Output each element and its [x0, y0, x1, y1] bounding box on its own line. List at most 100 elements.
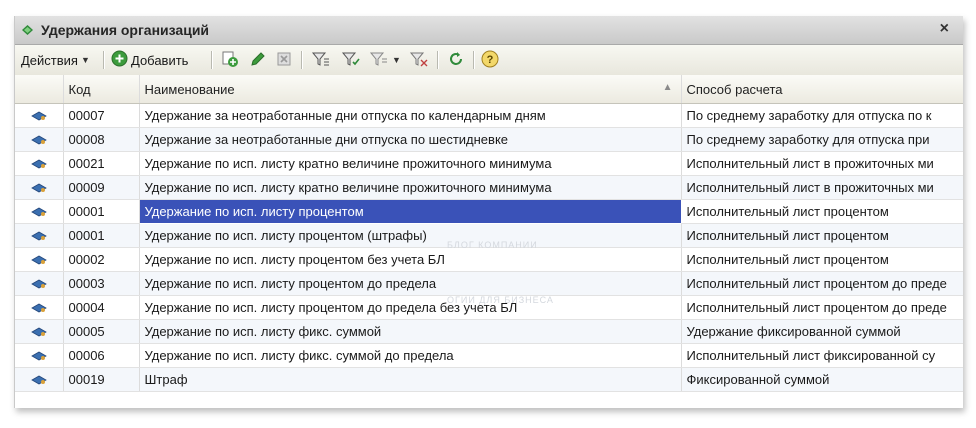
row-icon-cell	[15, 319, 64, 344]
row-name-cell[interactable]: Удержание за неотработанные дни отпуска …	[139, 127, 682, 152]
table-row[interactable]: 00019 Штраф Фиксированной суммой	[15, 367, 963, 392]
row-name-cell[interactable]: Удержание по исп. листу кратно величине …	[139, 175, 682, 200]
row-name-cell[interactable]: Удержание по исп. листу процентом до пре…	[139, 271, 682, 296]
deduction-type-icon	[15, 327, 62, 337]
edit-button[interactable]	[249, 50, 267, 70]
row-code-cell[interactable]: 00009	[63, 175, 140, 200]
row-code-cell[interactable]: 00008	[63, 127, 140, 152]
row-icon-cell	[15, 151, 64, 176]
row-code-cell[interactable]: 00004	[63, 295, 140, 320]
deduction-type-icon	[15, 207, 62, 217]
delete-button[interactable]	[275, 50, 293, 70]
row-name-cell[interactable]: Удержание по исп. листу процентом	[138, 199, 682, 224]
actions-menu-label: Действия	[21, 52, 78, 68]
add-copy-icon	[221, 50, 239, 71]
add-copy-button[interactable]	[221, 50, 239, 70]
help-icon: ?	[481, 50, 499, 71]
window-titlebar: Удержания организаций ×	[15, 16, 963, 45]
row-name-cell[interactable]: Удержание по исп. листу процентом до пре…	[139, 295, 682, 320]
column-header-icon[interactable]	[15, 75, 64, 104]
column-header-name-label: Наименование	[144, 81, 235, 97]
svg-text:?: ?	[487, 54, 494, 66]
edit-pencil-icon	[249, 50, 267, 71]
row-method-cell[interactable]: Фиксированной суммой	[681, 367, 963, 392]
deduction-type-icon	[15, 303, 62, 313]
row-code-cell[interactable]: 00019	[63, 367, 140, 392]
row-method-cell[interactable]: Исполнительный лист процентом	[681, 199, 963, 224]
refresh-button[interactable]	[447, 50, 465, 70]
table-row[interactable]: 00009 Удержание по исп. листу кратно вели…	[15, 175, 963, 200]
catalog-icon	[21, 24, 34, 36]
table-header-row: Код Наименование ▲ Способ расчета	[15, 75, 963, 104]
filter-by-value-button[interactable]	[341, 50, 361, 70]
row-icon-cell	[15, 103, 64, 128]
row-name-cell[interactable]: Удержание за неотработанные дни отпуска …	[139, 103, 682, 128]
deduction-type-icon	[15, 255, 62, 265]
row-name-cell[interactable]: Штраф	[139, 367, 682, 392]
add-button-label: Добавить	[131, 52, 189, 68]
table-row[interactable]: 00002 Удержание по исп. листу процентом б…	[15, 247, 963, 272]
row-method-cell[interactable]: Исполнительный лист в прожиточных ми	[681, 175, 963, 200]
deduction-type-icon	[15, 111, 62, 121]
row-method-cell[interactable]: По среднему заработку для отпуска по к	[681, 103, 963, 128]
window-close-button[interactable]: ×	[940, 20, 949, 38]
row-method-cell[interactable]: Исполнительный лист в прожиточных ми	[681, 151, 963, 176]
row-icon-cell	[15, 127, 64, 152]
filter-button[interactable]	[311, 50, 331, 70]
table-row[interactable]: 00001 Удержание по исп. листу процентом Ис…	[15, 199, 963, 224]
table-row[interactable]: 00005 Удержание по исп. листу фикс. суммо…	[15, 319, 963, 344]
catalog-grid: Код Наименование ▲ Способ расчета 00007 Уд…	[15, 75, 963, 408]
row-method-cell[interactable]: Исполнительный лист процентом	[681, 223, 963, 248]
table-row[interactable]: 00021 Удержание по исп. листу кратно вели…	[15, 151, 963, 176]
table-row[interactable]: 00008 Удержание за неотработанные дни отп…	[15, 127, 963, 152]
row-code-cell[interactable]: 00005	[63, 319, 140, 344]
row-method-cell[interactable]: Исполнительный лист фиксированной су	[681, 343, 963, 368]
row-code-cell[interactable]: 00001	[63, 223, 140, 248]
row-code-cell[interactable]: 00021	[63, 151, 140, 176]
table-row[interactable]: 00003 Удержание по исп. листу процентом д…	[15, 271, 963, 296]
table-row[interactable]: 00004 Удержание по исп. листу процентом д…	[15, 295, 963, 320]
deduction-type-icon	[15, 231, 62, 241]
toolbar: Действия ▼ Добавить ▼ ?	[15, 45, 963, 76]
catalog-window: Удержания организаций × Действия ▼ Добав…	[14, 16, 963, 408]
clear-filter-icon	[409, 50, 429, 71]
row-name-cell[interactable]: Удержание по исп. листу процентом без уч…	[139, 247, 682, 272]
toolbar-divider	[103, 51, 105, 69]
help-button[interactable]: ?	[481, 50, 499, 70]
row-icon-cell	[15, 367, 64, 392]
table-row[interactable]: 00006 Удержание по исп. листу фикс. суммо…	[15, 343, 963, 368]
row-icon-cell	[15, 175, 64, 200]
row-code-cell[interactable]: 00006	[63, 343, 140, 368]
filter-history-icon	[369, 50, 389, 71]
row-name-cell[interactable]: Удержание по исп. листу кратно величине …	[139, 151, 682, 176]
actions-menu-button[interactable]: Действия ▼	[21, 50, 90, 70]
table-row[interactable]: 00001 Удержание по исп. листу процентом (…	[15, 223, 963, 248]
row-method-cell[interactable]: Удержание фиксированной суммой	[681, 319, 963, 344]
deduction-type-icon	[15, 279, 62, 289]
column-header-method[interactable]: Способ расчета	[681, 75, 963, 104]
deduction-type-icon	[15, 159, 62, 169]
row-icon-cell	[15, 247, 64, 272]
filter-history-button[interactable]: ▼	[369, 50, 401, 70]
filter-by-value-icon	[341, 50, 361, 71]
row-method-cell[interactable]: Исполнительный лист процентом до преде	[681, 295, 963, 320]
row-icon-cell	[15, 223, 64, 248]
table-row[interactable]: 00007 Удержание за неотработанные дни отп…	[15, 103, 963, 128]
row-code-cell[interactable]: 00001	[63, 199, 140, 224]
row-code-cell[interactable]: 00002	[63, 247, 140, 272]
row-code-cell[interactable]: 00007	[63, 103, 140, 128]
row-name-cell[interactable]: Удержание по исп. листу фикс. суммой до …	[139, 343, 682, 368]
clear-filter-button[interactable]	[409, 50, 429, 70]
row-method-cell[interactable]: По среднему заработку для отпуска при	[681, 127, 963, 152]
row-name-cell[interactable]: Удержание по исп. листу фикс. суммой	[139, 319, 682, 344]
add-button[interactable]: Добавить	[111, 50, 188, 70]
delete-icon	[275, 50, 293, 71]
row-code-cell[interactable]: 00003	[63, 271, 140, 296]
row-name-cell[interactable]: Удержание по исп. листу процентом (штраф…	[139, 223, 682, 248]
column-header-code[interactable]: Код	[63, 75, 140, 104]
sort-ascending-icon: ▲	[662, 81, 673, 93]
deduction-type-icon	[15, 183, 62, 193]
column-header-name[interactable]: Наименование ▲	[139, 75, 682, 104]
row-method-cell[interactable]: Исполнительный лист процентом до преде	[681, 271, 963, 296]
row-method-cell[interactable]: Исполнительный лист процентом	[681, 247, 963, 272]
